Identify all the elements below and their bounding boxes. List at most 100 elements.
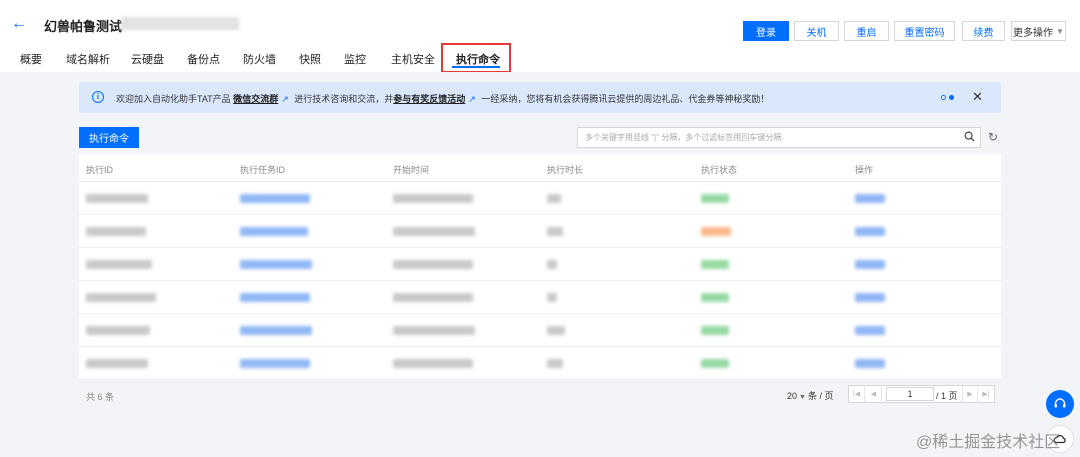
start-time-cell xyxy=(393,227,475,236)
more-actions-label: 更多操作 xyxy=(1013,27,1054,39)
tab-domain-resolution[interactable]: 域名解析 xyxy=(66,51,110,67)
duration-cell xyxy=(547,260,557,269)
headset-icon xyxy=(1054,398,1066,408)
instance-id-redacted xyxy=(121,17,239,30)
table-row xyxy=(79,182,1001,215)
tab-bar: 概要 域名解析 云硬盘 备份点 防火墙 快照 监控 主机安全 执行命令 xyxy=(0,48,1080,72)
status-badge xyxy=(701,359,729,368)
highlight-annotation-box xyxy=(441,43,511,73)
page-title: 幻兽帕鲁测试 xyxy=(44,19,123,34)
restart-button[interactable]: 重启 xyxy=(844,21,889,41)
shutdown-button[interactable]: 关机 xyxy=(794,21,839,41)
column-header-task-id: 执行任务ID xyxy=(240,165,286,175)
duration-cell xyxy=(547,194,561,203)
status-badge xyxy=(701,293,729,302)
page-size-suffix: 条 / 页 xyxy=(807,391,834,401)
close-icon[interactable]: ✕ xyxy=(972,89,983,105)
search-box xyxy=(577,127,981,148)
duration-cell xyxy=(547,326,565,335)
task-id-link[interactable] xyxy=(240,293,310,302)
task-id-link[interactable] xyxy=(240,359,310,368)
total-pages: / 1 页 xyxy=(936,391,958,401)
notice-text-3: 一经采纳，您将有机会获得腾讯云提供的周边礼品、代金券等神秘奖励！ xyxy=(481,94,770,104)
duration-cell xyxy=(547,359,563,368)
table-footer: 共 6 条 20 ▼ 条 / 页 |◀ ◀ 1 / 1 页 ▶ ▶| xyxy=(79,380,1001,408)
execute-command-button[interactable]: 执行命令 xyxy=(79,127,139,148)
tab-backup-point[interactable]: 备份点 xyxy=(187,51,220,67)
reset-password-button[interactable]: 重置密码 xyxy=(894,21,955,41)
table-row xyxy=(79,215,1001,248)
first-page-icon[interactable]: |◀ xyxy=(849,386,865,402)
status-badge xyxy=(701,326,729,335)
feedback-activity-link[interactable]: 参与有奖反馈活动 xyxy=(393,94,465,104)
column-header-exec-id: 执行ID xyxy=(86,165,114,175)
search-input[interactable] xyxy=(578,128,958,147)
table-row xyxy=(79,347,1001,380)
table-row xyxy=(79,248,1001,281)
external-link-icon: ↗ xyxy=(281,94,289,104)
exec-id-cell xyxy=(86,359,148,368)
tab-firewall[interactable]: 防火墙 xyxy=(243,51,276,67)
action-link[interactable] xyxy=(855,227,885,236)
column-header-duration: 执行时长 xyxy=(547,165,584,175)
support-headset-button[interactable] xyxy=(1046,390,1074,418)
action-link[interactable] xyxy=(855,293,885,302)
status-badge xyxy=(701,194,729,203)
action-link[interactable] xyxy=(855,194,885,203)
task-id-link[interactable] xyxy=(240,227,308,236)
exec-id-cell xyxy=(86,227,146,236)
next-page-icon[interactable]: ▶ xyxy=(962,386,978,402)
carousel-dot[interactable] xyxy=(941,95,946,100)
chevron-down-icon: ▼ xyxy=(1056,26,1064,36)
action-link[interactable] xyxy=(855,359,885,368)
duration-cell xyxy=(547,227,563,236)
prev-page-icon[interactable]: ◀ xyxy=(866,386,882,402)
start-time-cell xyxy=(393,326,475,335)
tab-overview[interactable]: 概要 xyxy=(20,51,42,67)
notice-text: 欢迎加入自动化助手TAT产品 微信交流群 ↗ 进行技术咨询和交流，并参与有奖反馈活… xyxy=(116,92,769,105)
start-time-cell xyxy=(393,260,473,269)
carousel-dots xyxy=(941,95,957,109)
pagination: |◀ ◀ 1 / 1 页 ▶ ▶| xyxy=(848,385,995,403)
table-row xyxy=(79,314,1001,347)
start-time-cell xyxy=(393,194,473,203)
notice-text-1: 欢迎加入自动化助手TAT产品 xyxy=(116,94,231,104)
table-header: 执行ID 执行任务ID 开始时间 执行时长 执行状态 操作 xyxy=(79,154,1001,182)
tab-snapshot[interactable]: 快照 xyxy=(299,51,321,67)
last-page-icon[interactable]: ▶| xyxy=(978,386,994,402)
total-count: 共 6 条 xyxy=(86,392,115,402)
action-link[interactable] xyxy=(855,260,885,269)
external-link-icon: ↗ xyxy=(468,94,476,104)
column-header-actions: 操作 xyxy=(855,165,874,175)
status-badge xyxy=(701,260,729,269)
info-icon: i xyxy=(92,91,104,103)
arrow-left-icon[interactable]: ← xyxy=(11,14,27,34)
login-button[interactable]: 登录 xyxy=(743,21,789,41)
column-header-start-time: 开始时间 xyxy=(393,165,430,175)
tab-host-security[interactable]: 主机安全 xyxy=(391,51,435,67)
task-id-link[interactable] xyxy=(240,260,312,269)
page-number-input[interactable]: 1 xyxy=(886,387,934,401)
carousel-dot-active[interactable] xyxy=(949,95,954,100)
refresh-icon[interactable]: ↻ xyxy=(988,131,998,144)
watermark: @稀土掘金技术社区 xyxy=(916,434,1061,451)
tab-monitoring[interactable]: 监控 xyxy=(344,51,366,67)
renew-button[interactable]: 续费 xyxy=(962,21,1005,41)
page-size-value: 20 xyxy=(787,391,798,401)
search-icon[interactable] xyxy=(964,131,975,142)
notice-banner: i 欢迎加入自动化助手TAT产品 微信交流群 ↗ 进行技术咨询和交流，并参与有奖反… xyxy=(79,82,1001,113)
exec-id-cell xyxy=(86,260,152,269)
task-id-link[interactable] xyxy=(240,194,310,203)
more-actions-dropdown[interactable]: 更多操作 ▼ xyxy=(1011,21,1066,41)
start-time-cell xyxy=(393,293,473,302)
task-id-link[interactable] xyxy=(240,326,312,335)
notice-text-2: 进行技术咨询和交流，并 xyxy=(294,94,394,104)
exec-id-cell xyxy=(86,194,148,203)
tab-cloud-disk[interactable]: 云硬盘 xyxy=(131,51,164,67)
page-size-select[interactable]: 20 ▼ 条 / 页 xyxy=(787,389,833,402)
exec-id-cell xyxy=(86,326,150,335)
duration-cell xyxy=(547,293,557,302)
action-link[interactable] xyxy=(855,326,885,335)
wechat-group-link[interactable]: 微信交流群 xyxy=(233,94,278,104)
column-header-status: 执行状态 xyxy=(701,165,738,175)
